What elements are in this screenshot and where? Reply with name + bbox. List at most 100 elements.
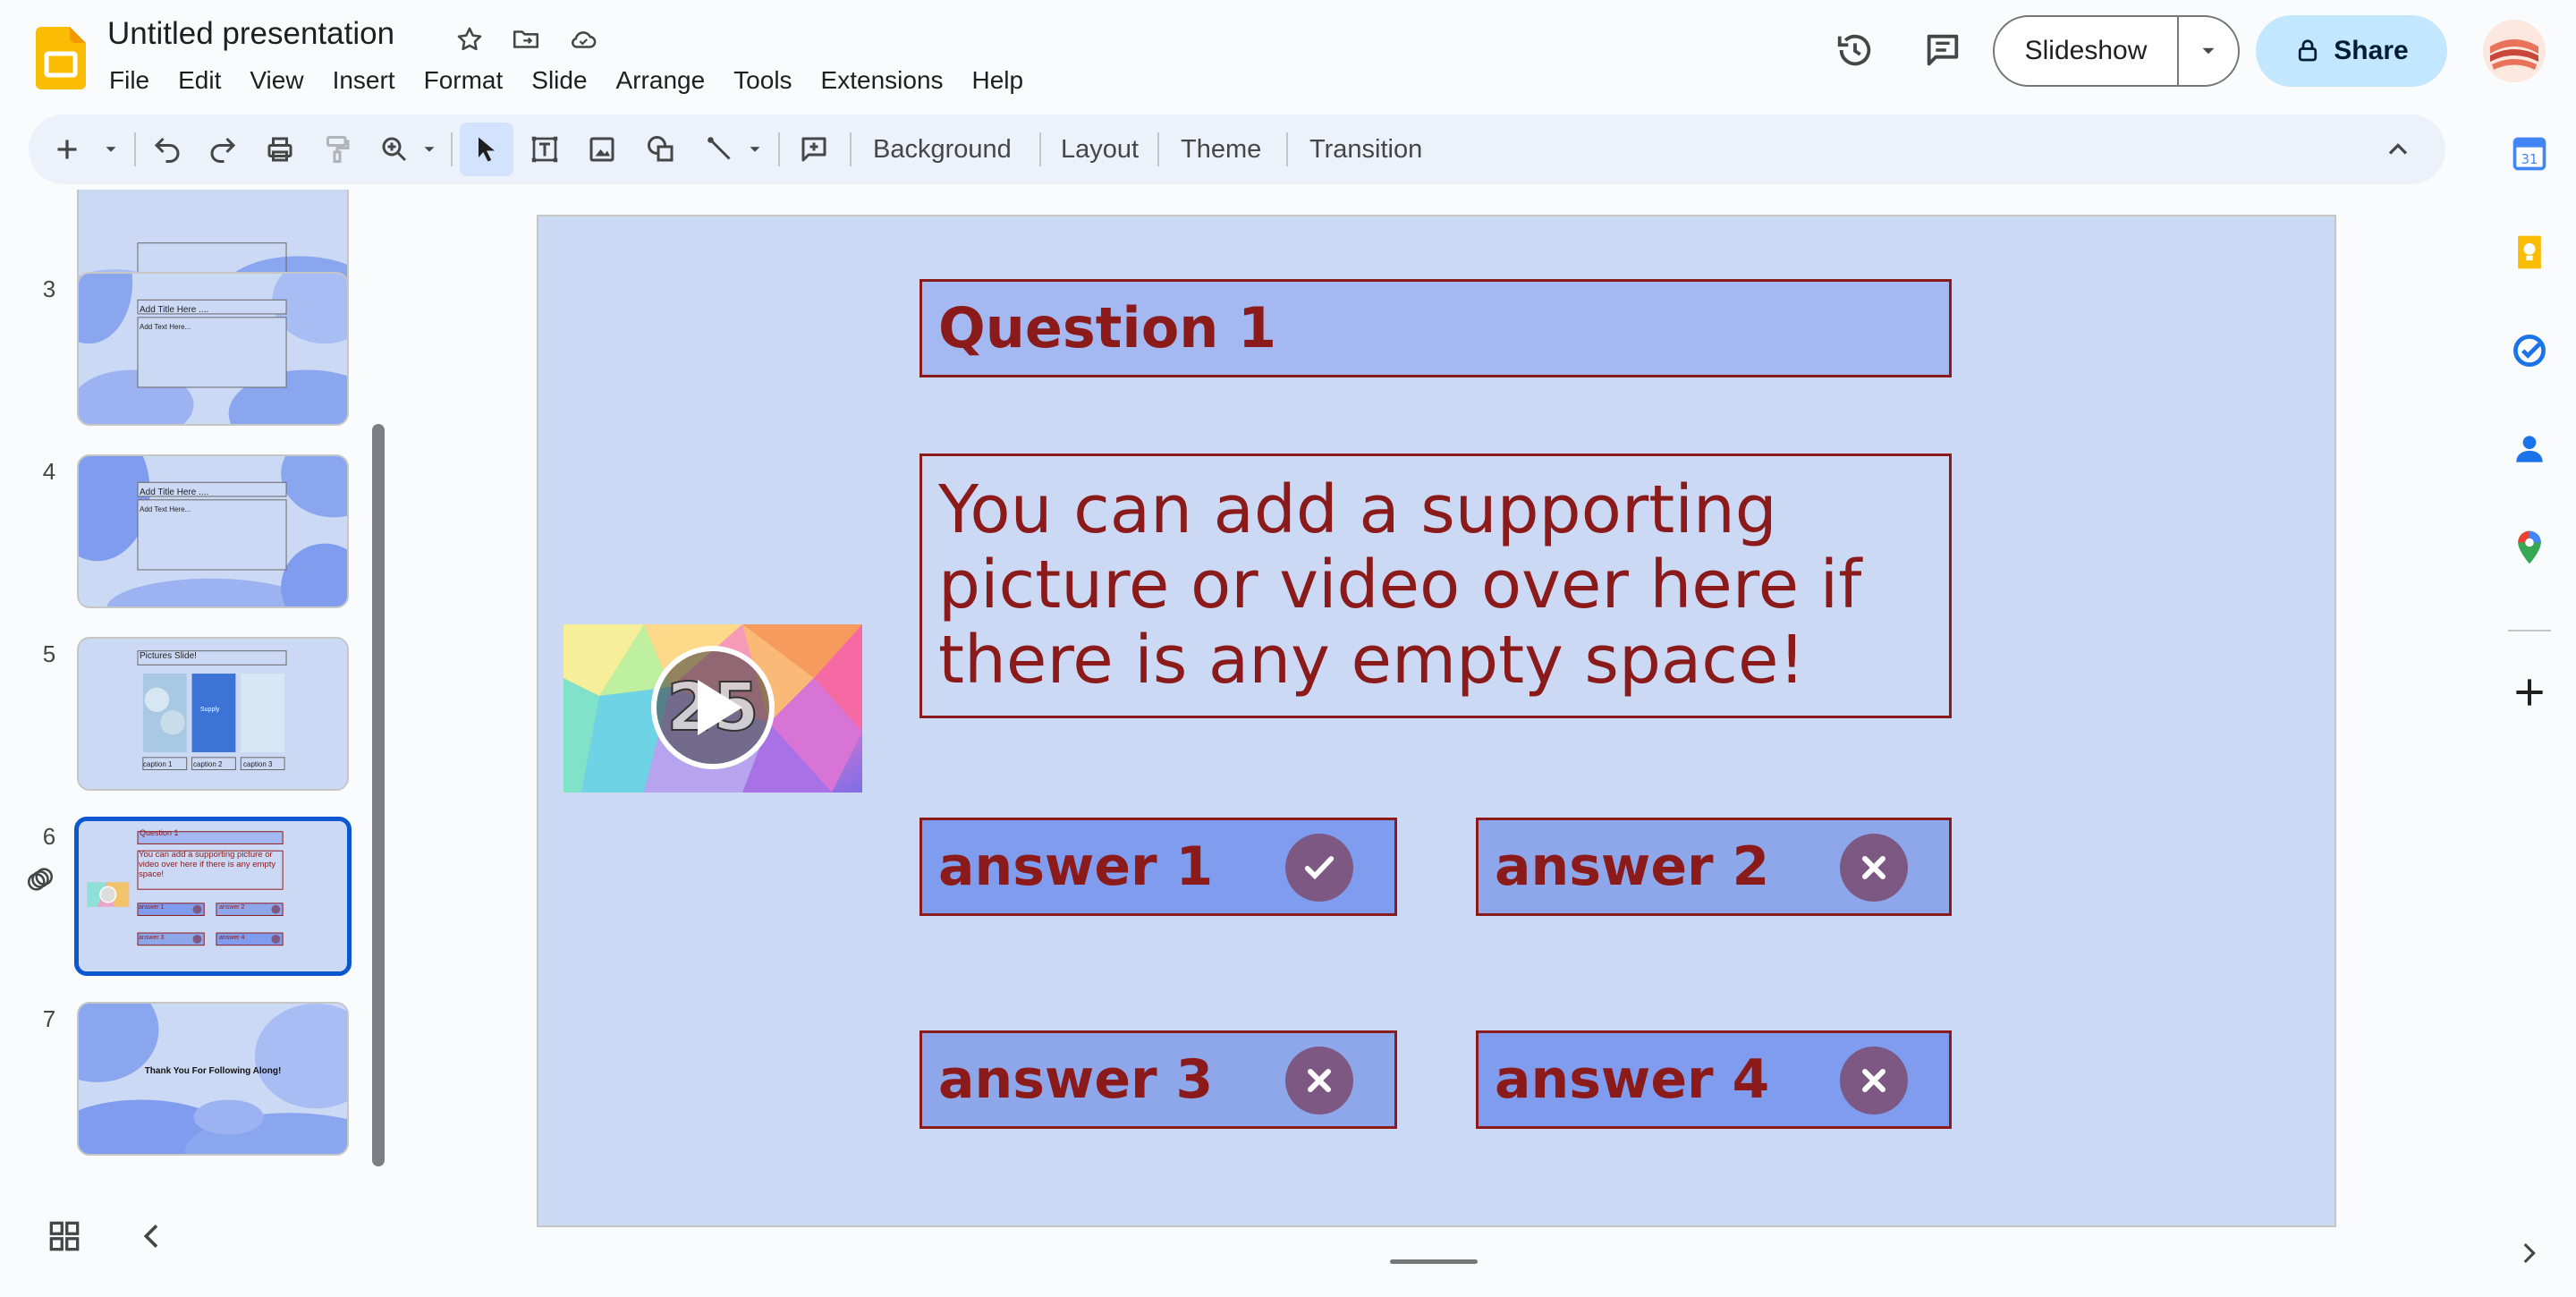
layout-button[interactable]: Layout [1050,123,1149,176]
grid-view-icon[interactable] [45,1216,84,1256]
shape-icon[interactable] [639,123,683,176]
menu-help[interactable]: Help [958,63,1038,98]
thumb-3-title: Add Title Here .... [140,305,209,315]
thumb-6-answer: answer 4 [219,935,245,941]
answer-label: answer 2 [1495,835,1770,898]
move-folder-icon[interactable] [506,20,546,59]
add-icon[interactable] [2506,669,2553,716]
select-tool-icon[interactable] [460,123,513,176]
slide-canvas-area: Question 1 You can add a supporting pict… [394,190,2433,1263]
add-comment-icon[interactable] [791,123,837,176]
insert-image-icon[interactable] [580,123,624,176]
zoom-icon[interactable] [372,123,417,176]
menu-arrange[interactable]: Arrange [602,63,720,98]
account-avatar[interactable] [2483,20,2546,82]
slide-thumbnail-4[interactable] [77,454,349,608]
cross-icon [1285,1047,1353,1115]
answer-option-3[interactable]: answer 3 [919,1030,1397,1129]
menu-insert[interactable]: Insert [318,63,410,98]
share-button[interactable]: Share [2256,15,2447,87]
slideshow-button[interactable]: Slideshow [1995,17,2179,85]
redo-icon[interactable] [200,123,245,176]
svg-text:31: 31 [2521,152,2538,167]
maps-icon[interactable] [2506,524,2553,571]
tasks-icon[interactable] [2506,327,2553,374]
background-button[interactable]: Background [862,123,1022,176]
version-history-icon[interactable] [1821,16,1889,84]
slides-logo-icon[interactable] [36,27,86,89]
line-icon[interactable] [698,123,742,176]
share-label: Share [2334,36,2409,65]
answer-option-2[interactable]: answer 2 [1476,818,1952,916]
calendar-icon[interactable]: 31 [2506,131,2553,177]
side-panel-divider [2508,630,2551,632]
slide-number: 7 [42,1005,56,1032]
app-header: Untitled presentation File Edit View Ins… [0,0,2576,113]
text-box-icon[interactable] [522,123,567,176]
slide-number: 3 [42,276,56,302]
supporting-text-box[interactable]: You can add a supporting picture or vide… [919,454,1952,718]
thumb-5-caption: caption 2 [193,760,223,768]
menu-extensions[interactable]: Extensions [807,63,958,98]
line-caret-icon[interactable] [744,123,766,176]
thumb-6-answer: answer 2 [219,904,245,911]
filmstrip-scrollbar[interactable] [372,424,385,1166]
print-icon[interactable] [258,123,302,176]
toolbar-divider [1157,132,1159,166]
play-icon[interactable]: 25 [649,644,776,771]
video-embed[interactable]: 25 [564,624,862,793]
star-icon[interactable] [450,20,489,59]
answer-option-4[interactable]: answer 4 [1476,1030,1952,1129]
paint-format-icon[interactable] [315,123,360,176]
menu-bar: File Edit View Insert Format Slide Arran… [95,63,1038,98]
expand-side-panel-icon[interactable] [2513,1238,2544,1268]
thumb-4-text: Add Text Here... [140,505,191,513]
thumb-7-title: Thank You For Following Along! [144,1066,282,1076]
undo-icon[interactable] [145,123,190,176]
slideshow-dropdown-button[interactable] [2179,17,2238,85]
menu-format[interactable]: Format [410,63,518,98]
answer-label: answer 3 [938,1048,1214,1111]
toolbar: Background Layout Theme Transition [29,114,2445,184]
menu-tools[interactable]: Tools [719,63,806,98]
toolbar-divider [850,132,852,166]
zoom-caret-icon[interactable] [419,123,440,176]
side-panel: 31 [2496,125,2563,1288]
slide-canvas[interactable]: Question 1 You can add a supporting pict… [537,215,2336,1227]
contacts-icon[interactable] [2506,426,2553,472]
slide-thumbnail-3[interactable] [77,272,349,426]
keep-icon[interactable] [2506,229,2553,276]
thumb-5-caption: caption 3 [243,760,273,768]
menu-view[interactable]: View [235,63,318,98]
collapse-toolbar-icon[interactable] [2376,123,2420,176]
cross-icon [1840,1047,1908,1115]
slideshow-group: Slideshow [1993,15,2240,87]
transition-button[interactable]: Transition [1299,123,1433,176]
animation-icon [25,864,55,894]
slide-thumbnail-6-selected[interactable] [74,817,352,976]
new-slide-caret-icon[interactable] [100,123,122,176]
menu-file[interactable]: File [95,63,164,98]
thumb-5-title: Pictures Slide! [140,651,197,661]
toolbar-divider [778,132,780,166]
toolbar-divider [451,132,453,166]
cloud-saved-icon[interactable] [564,20,603,59]
theme-button[interactable]: Theme [1170,123,1272,176]
answer-option-1[interactable]: answer 1 [919,818,1397,916]
slide-filmstrip: 3 Add Title Here .... Add Text Here... 4… [0,190,376,1183]
answer-label: answer 1 [938,835,1214,898]
menu-edit[interactable]: Edit [164,63,235,98]
speaker-notes-handle[interactable] [1390,1259,1478,1264]
question-title[interactable]: Question 1 [919,279,1952,377]
thumb-6-answer: answer 3 [139,935,165,941]
menu-slide[interactable]: Slide [517,63,601,98]
slide-number: 5 [42,640,56,667]
document-title[interactable]: Untitled presentation [107,16,394,52]
slide-thumbnail-7[interactable] [77,1002,349,1156]
thumb-6-title: Question 1 [140,828,179,837]
comments-icon[interactable] [1909,16,1977,84]
toolbar-divider [1039,132,1041,166]
collapse-filmstrip-icon[interactable] [134,1218,170,1254]
thumb-6-text: You can add a supporting picture or vide… [139,850,276,879]
new-slide-icon[interactable] [50,123,84,176]
